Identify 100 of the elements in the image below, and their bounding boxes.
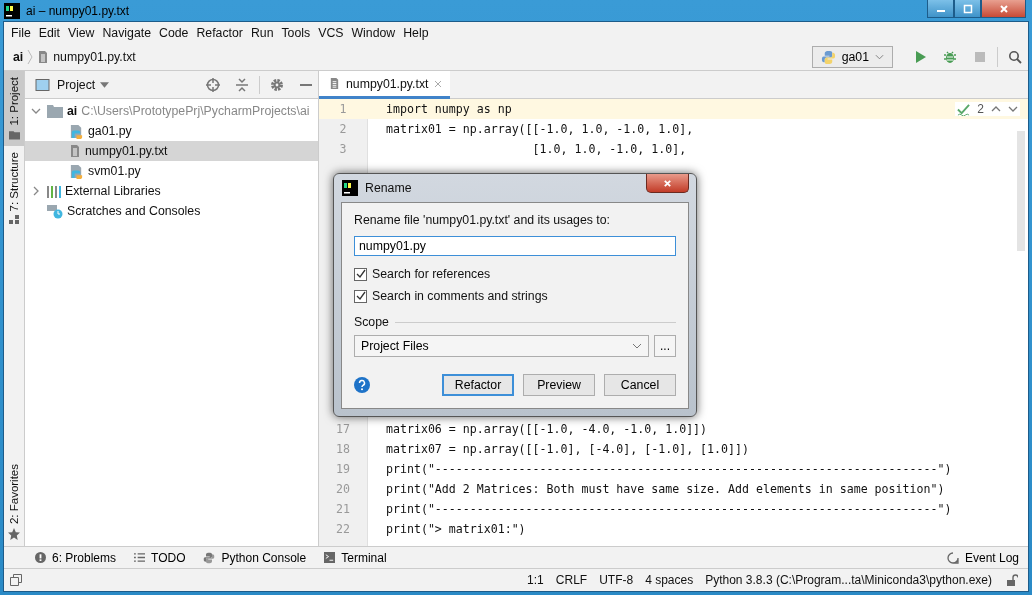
text-file-icon [329, 77, 340, 90]
warning-icon [35, 552, 46, 563]
menu-item[interactable]: Tools [277, 26, 315, 40]
status-item[interactable]: 4 spaces [639, 573, 700, 587]
checkbox-box[interactable] [354, 267, 367, 281]
tree-item[interactable]: ai C:\Users\PrototypePrj\PycharmProjects\ai [25, 101, 318, 121]
library-icon [47, 184, 61, 198]
breadcrumb[interactable]: numpy01.py.txt [53, 50, 136, 64]
scratches-icon [47, 203, 63, 219]
code-line: import numpy as np [386, 102, 512, 116]
caret-icon [632, 343, 642, 349]
tool-window-tab[interactable]: 1: Project [4, 71, 24, 146]
status-item[interactable]: 1:1 [521, 573, 550, 587]
editor-tab[interactable]: numpy01.py.txt [319, 71, 451, 99]
menu-item[interactable]: Run [246, 26, 278, 40]
menu-item[interactable]: Navigate [98, 26, 155, 40]
caret-icon [875, 54, 884, 60]
tool-window-tab[interactable]: 7: Structure [4, 145, 24, 231]
lock-icon[interactable] [1006, 574, 1018, 586]
menu-item[interactable]: Refactor [192, 26, 247, 40]
dropdown-arrow-icon[interactable] [100, 81, 110, 88]
search-checkbox[interactable]: Search in comments and strings [354, 287, 676, 305]
menu-item[interactable]: Help [399, 26, 433, 40]
app-logo-icon [342, 180, 358, 196]
line-number: 2 [338, 122, 348, 136]
browse-button[interactable]: ... [654, 335, 676, 357]
menu-item[interactable]: Code [155, 26, 193, 40]
python-icon [203, 551, 216, 564]
previous-icon[interactable] [991, 106, 1001, 112]
favorites-tab[interactable]: 2: Favorites [4, 457, 24, 546]
settings-icon[interactable] [270, 77, 284, 92]
close-button[interactable] [981, 0, 1026, 18]
folder-icon [47, 104, 63, 118]
app-logo-icon [4, 2, 20, 19]
terminal-icon [324, 552, 336, 563]
checkbox-box[interactable] [354, 289, 367, 303]
locate-icon[interactable] [206, 77, 220, 92]
search-checkbox[interactable]: Search for references [354, 265, 676, 283]
window-title: ai – numpy01.py.txt [26, 3, 130, 18]
code-line: matrix01 = np.array([[-1.0, 1.0, -1.0, 1.0], [386, 122, 694, 136]
close-icon [662, 178, 673, 188]
search-icon[interactable] [1008, 50, 1022, 64]
chevron-icon[interactable] [31, 186, 41, 196]
scrollbar[interactable] [1017, 131, 1025, 251]
maximize-icon [962, 3, 973, 14]
tree-item[interactable]: External Libraries [25, 181, 318, 201]
scope-label: Scope [354, 315, 389, 329]
line-number: 19 [335, 462, 351, 476]
breadcrumb[interactable]: ai [13, 50, 24, 64]
help-icon[interactable] [354, 377, 370, 393]
line-number: 1 [338, 102, 348, 116]
status-item[interactable]: Python 3.8.3 (C:\Program...ta\Miniconda3\python.exe) [699, 573, 998, 587]
tree-item[interactable]: Scratches and Consoles [25, 201, 318, 221]
check-icon[interactable] [957, 102, 971, 116]
tree-item[interactable]: svm01.py [25, 161, 318, 181]
close-icon[interactable] [434, 79, 443, 88]
run-configuration-dropdown[interactable]: ga01 [811, 46, 893, 68]
menu-item[interactable]: Window [347, 26, 400, 40]
chevron-icon[interactable] [31, 106, 41, 116]
dialog-button[interactable]: Cancel [604, 374, 676, 396]
tool-window-button[interactable]: TODO [125, 550, 195, 565]
python-file-icon [69, 123, 84, 139]
tree-item[interactable]: ga01.py [25, 121, 318, 141]
code-line: print("------------------------------------------------------------------------") [386, 462, 952, 476]
tool-window-button[interactable]: 6: Problems [26, 550, 126, 565]
code-line: [1.0, 1.0, -1.0, 1.0], [531, 142, 687, 156]
tool-window-button[interactable]: Python Console [194, 550, 316, 565]
event-log-button[interactable]: Event Log [937, 550, 1028, 565]
run-icon[interactable] [913, 50, 927, 64]
menu-item[interactable]: VCS [314, 26, 348, 40]
menu-item[interactable]: View [64, 26, 99, 40]
maximize-button[interactable] [954, 0, 981, 18]
next-icon[interactable] [1008, 106, 1018, 112]
inspection-count: 2 [977, 102, 984, 116]
collapse-all-icon[interactable] [235, 77, 249, 92]
line-number: 22 [335, 522, 351, 536]
minimize-button[interactable] [927, 0, 954, 18]
close-button[interactable] [646, 174, 689, 193]
dialog-button[interactable]: Preview [523, 374, 595, 396]
menu-item[interactable]: Edit [34, 26, 65, 40]
code-line: matrix06 = np.array([[-1.0, -4.0, -1.0, 1.0]]) [386, 422, 708, 436]
name-input-field[interactable]: numpy01.py [354, 236, 676, 256]
line-number: 17 [335, 422, 351, 436]
code-line: print("------------------------------------------------------------------------") [386, 502, 952, 516]
tree-item[interactable]: numpy01.py.txt [25, 141, 318, 161]
line-number: 20 [335, 482, 351, 496]
menu-item[interactable]: File [7, 26, 35, 40]
tool-window-button[interactable]: Terminal [315, 550, 396, 565]
rename-prompt: Rename file 'numpy01.py.txt' and its usages to: [354, 213, 611, 227]
tool-windows-icon[interactable] [10, 574, 22, 586]
status-item[interactable]: CRLF [549, 573, 594, 587]
panel-icon [35, 78, 50, 91]
bug-icon[interactable] [943, 50, 957, 64]
dialog-button[interactable]: Refactor [442, 374, 514, 396]
status-item[interactable]: UTF-8 [593, 573, 640, 587]
python-icon [820, 49, 836, 65]
project-view-selector[interactable]: Project [57, 77, 96, 92]
close-icon [998, 3, 1009, 14]
folder-icon [8, 129, 20, 140]
scope-dropdown[interactable]: Project Files [354, 335, 649, 357]
